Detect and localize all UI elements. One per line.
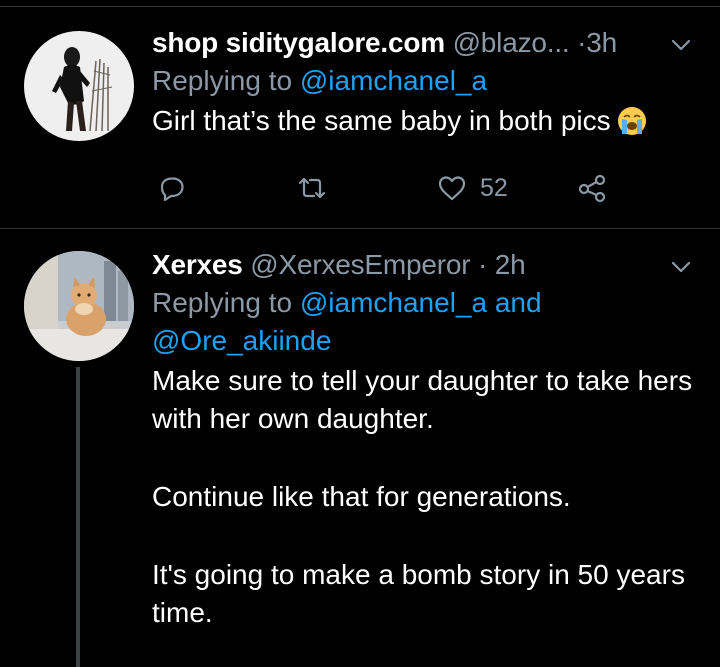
loudly-crying-face-icon xyxy=(617,107,646,135)
display-name[interactable]: shop siditygalore.com xyxy=(152,27,445,58)
tweet-content: Xerxes @XerxesEmperor · 2h Replying to @… xyxy=(152,246,696,632)
handle[interactable]: @blazo... xyxy=(453,27,570,58)
reply-icon xyxy=(160,177,184,202)
mention-joiner[interactable]: and xyxy=(495,287,542,318)
mention-link[interactable]: @iamchanel_a xyxy=(300,287,487,318)
heart-icon xyxy=(438,176,466,201)
timestamp[interactable]: 2h xyxy=(495,249,526,280)
tweet-header: Xerxes @XerxesEmperor · 2h xyxy=(152,246,696,284)
replying-to-label: Replying to xyxy=(152,287,293,318)
tweet-text-content: Girl that’s the same baby in both pics xyxy=(152,105,611,136)
display-name[interactable]: Xerxes xyxy=(152,249,243,280)
reply-button[interactable] xyxy=(156,168,188,208)
tweet-header: shop siditygalore.com @blazo... ·3h xyxy=(152,24,696,62)
mention-link[interactable]: @iamchanel_a xyxy=(300,65,487,96)
top-divider xyxy=(0,0,720,7)
tweet-card[interactable]: shop siditygalore.com @blazo... ·3h Repl… xyxy=(0,7,720,229)
retweet-icon xyxy=(298,177,326,199)
avatar[interactable] xyxy=(24,251,134,361)
replying-to: Replying to @iamchanel_a xyxy=(152,62,696,100)
tweet-card[interactable]: Xerxes @XerxesEmperor · 2h Replying to @… xyxy=(0,229,720,667)
tweet-paragraph: Continue like that for generations. xyxy=(152,481,571,512)
avatar-image xyxy=(24,31,134,141)
thread-line xyxy=(76,367,80,667)
tweet-text: Make sure to tell your daughter to take … xyxy=(152,362,696,632)
separator-dot: · xyxy=(478,249,488,280)
mention-link[interactable]: @Ore_akiinde xyxy=(152,325,331,356)
like-button[interactable]: 52 xyxy=(436,168,508,208)
timestamp[interactable]: 3h xyxy=(586,27,617,58)
tweet-text: Girl that’s the same baby in both pics xyxy=(152,102,696,140)
chevron-down-icon[interactable] xyxy=(666,30,696,60)
replying-to-label: Replying to xyxy=(152,65,293,96)
like-count: 52 xyxy=(480,173,508,202)
share-button[interactable] xyxy=(576,168,608,208)
avatar-image xyxy=(24,251,134,361)
avatar[interactable] xyxy=(24,31,134,141)
retweet-button[interactable] xyxy=(296,168,328,208)
share-icon xyxy=(578,174,606,203)
tweet-paragraph: Make sure to tell your daughter to take … xyxy=(152,365,693,434)
replying-to: Replying to @iamchanel_a and @Ore_akiind… xyxy=(152,284,696,360)
tweet-content: shop siditygalore.com @blazo... ·3h Repl… xyxy=(152,24,696,140)
tweet-actions: 52 xyxy=(152,168,632,208)
separator-dot: · xyxy=(577,27,587,58)
chevron-down-icon[interactable] xyxy=(666,252,696,282)
tweet-paragraph: It's going to make a bomb story in 50 ye… xyxy=(152,559,685,628)
handle[interactable]: @XerxesEmperor xyxy=(250,249,470,280)
